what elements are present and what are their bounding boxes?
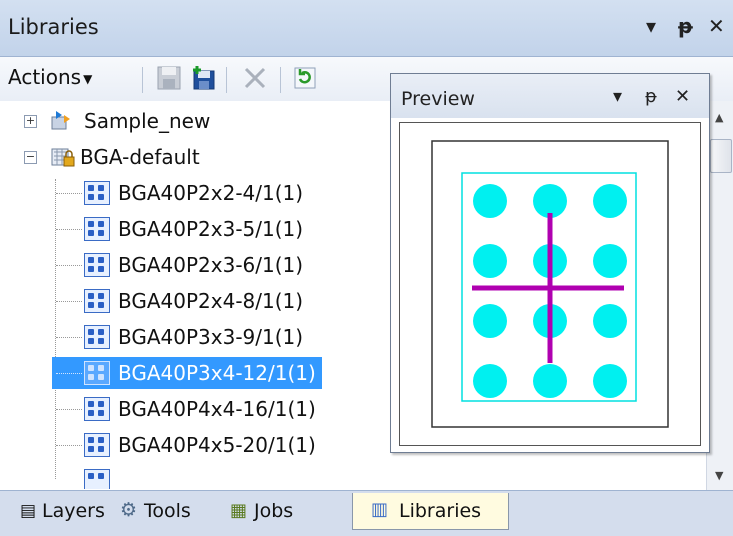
bga-pad [473,304,507,338]
save-icon[interactable] [156,65,182,91]
libraries-panel: Libraries ▾ ᵽ ✕ Actions ▼ + Sample_new −… [0,0,733,536]
tree-label: BGA40P2x4-8/1(1) [118,289,304,313]
scroll-up-icon[interactable]: ▲ [715,111,723,124]
bga-pad [533,364,567,398]
bga-pad [593,184,627,218]
scroll-down-icon[interactable]: ▼ [715,469,723,482]
footprint-icon [84,325,110,349]
close-icon[interactable]: ✕ [708,14,725,38]
tree-label: BGA40P4x4-16/1(1) [118,397,316,421]
bga-pad [473,364,507,398]
tree-branch [56,265,82,266]
tree-label: BGA40P2x3-5/1(1) [118,217,304,241]
tab-label: Layers [42,500,105,522]
actions-label: Actions [8,65,82,89]
footprint-icon [84,253,110,277]
tree-label: Sample_new [84,109,211,133]
close-icon[interactable]: ✕ [675,86,690,107]
vertical-scrollbar[interactable]: ▲ ▼ [706,101,733,490]
tree-item-partial[interactable] [0,465,705,489]
refresh-icon[interactable] [292,65,318,91]
tree-label: BGA40P3x3-9/1(1) [118,325,304,349]
tree-item-selected[interactable]: BGA40P3x4-12/1(1) [52,357,322,389]
libraries-icon: ▥ [371,499,389,520]
preview-titlebar[interactable]: Preview ▾ ᵽ ✕ [391,74,709,118]
chevron-down-icon: ▼ [83,71,93,86]
tree-branch [56,229,82,230]
toolbar-separator [226,67,227,93]
footprint-icon [84,361,110,385]
footprint-preview [431,140,669,428]
toolbar-separator [280,67,281,93]
footprint-icon [84,181,110,205]
tree-label: BGA-default [80,145,200,169]
bga-pad [593,304,627,338]
bottom-tab-strip: ▤ Layers ⚙ Tools ▦ Jobs ▥ Libraries [0,490,733,536]
tab-libraries[interactable]: ▥ Libraries [352,493,509,530]
library-icon [51,111,70,130]
tree-branch [56,301,82,302]
tree-label: BGA40P3x4-12/1(1) [118,361,316,385]
bga-pad [473,244,507,278]
tree-branch [56,373,82,374]
tree-label: BGA40P2x3-6/1(1) [118,253,304,277]
tree-label: BGA40P4x5-20/1(1) [118,433,316,457]
tab-label: Jobs [254,500,294,522]
tree-branch [56,193,82,194]
preview-title: Preview [401,88,475,110]
tab-jobs[interactable]: ▦ Jobs [222,493,352,529]
footprint-icon [84,289,110,313]
footprint-icon [84,469,110,489]
gear-icon: ⚙ [120,499,138,521]
tree-branch [56,337,82,338]
layers-icon: ▤ [20,501,37,521]
tab-layers[interactable]: ▤ Layers [6,493,106,529]
pin-icon[interactable]: ᵽ [678,14,693,38]
footprint-icon [84,433,110,457]
tree-branch [56,445,82,446]
panel-title: Libraries [8,15,99,39]
tab-label: Libraries [399,500,482,522]
preview-window: Preview ▾ ᵽ ✕ [390,73,710,453]
scroll-thumb[interactable] [710,139,732,173]
save-all-icon[interactable] [190,65,216,91]
collapse-icon[interactable]: − [24,151,37,164]
actions-menu[interactable]: Actions ▼ [8,65,92,89]
bga-pad [593,364,627,398]
preview-canvas [399,122,701,446]
expand-icon[interactable]: + [24,115,37,128]
bga-pad [593,244,627,278]
bga-pad [533,184,567,218]
tree-branch [56,409,82,410]
jobs-icon: ▦ [230,500,248,521]
panel-titlebar: Libraries ▾ ᵽ ✕ [0,0,733,57]
footprint-icon [84,217,110,241]
tree-label: BGA40P2x2-4/1(1) [118,181,304,205]
dropdown-arrow-icon[interactable]: ▾ [613,86,622,107]
tab-label: Tools [144,500,191,522]
footprint-icon [84,397,110,421]
toolbar-separator [142,67,143,93]
dropdown-arrow-icon[interactable]: ▾ [646,14,656,38]
delete-icon[interactable] [242,65,268,91]
library-locked-icon [51,148,75,167]
bga-pad [473,184,507,218]
tab-tools[interactable]: ⚙ Tools [110,493,220,529]
pin-icon[interactable]: ᵽ [645,86,657,107]
